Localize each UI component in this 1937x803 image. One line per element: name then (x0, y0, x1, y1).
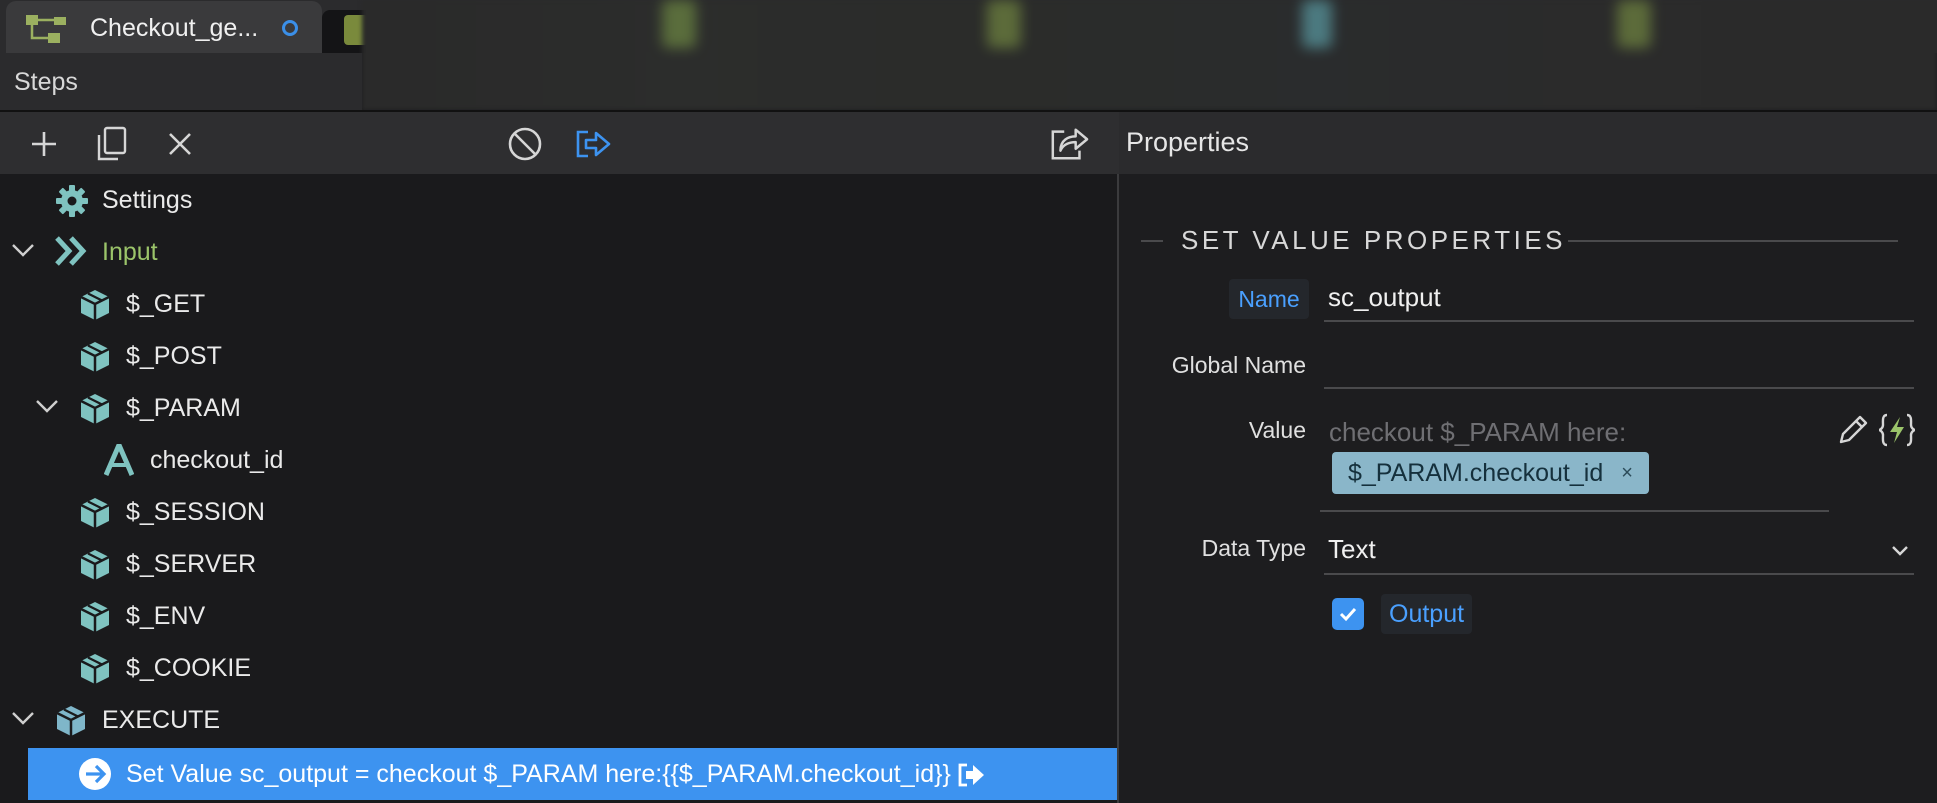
text-type-icon (103, 443, 135, 482)
value-placeholder-text[interactable]: checkout $_PARAM here: (1329, 417, 1626, 448)
tree-item-session[interactable]: $_SESSION (0, 486, 1117, 538)
tree-item-label: $_PARAM (126, 394, 241, 422)
disable-step-button[interactable] (505, 124, 545, 164)
double-chevron-right-icon (54, 235, 90, 272)
tree-item-server[interactable]: $_SERVER (0, 538, 1117, 590)
name-field[interactable]: sc_output (1328, 282, 1441, 313)
tree-item-label: checkout_id (150, 446, 284, 474)
tree-item-post[interactable]: $_POST (0, 330, 1117, 382)
value-token-chip[interactable]: $_PARAM.checkout_id × (1332, 452, 1649, 494)
data-type-underline (1324, 573, 1914, 575)
output-checkbox[interactable] (1332, 598, 1364, 630)
name-label: Name (1229, 279, 1309, 319)
section-divider (1568, 240, 1898, 242)
tree-item-settings[interactable]: Settings (0, 174, 1117, 226)
flow-tree-icon (24, 13, 70, 50)
cube-icon (78, 652, 112, 691)
steps-toolbar (0, 112, 1119, 174)
checkmark-icon (1339, 607, 1357, 622)
disable-icon (508, 127, 542, 161)
chevron-down-icon[interactable] (34, 396, 60, 421)
value-field-underline (1320, 510, 1829, 512)
cube-icon (54, 704, 88, 743)
value-label: Value (1248, 417, 1306, 443)
tree-item-label: Settings (102, 186, 193, 214)
steps-title: Steps (14, 68, 78, 96)
tree-item-param[interactable]: $_PARAM (0, 382, 1117, 434)
blurred-tab-strip (362, 0, 1937, 110)
properties-title: Properties (1126, 127, 1250, 157)
global-name-field-underline (1324, 387, 1914, 389)
delete-step-button[interactable] (160, 124, 200, 164)
cube-icon (78, 496, 112, 535)
data-type-label: Data Type (1201, 535, 1306, 561)
tree-item-label: $_POST (126, 342, 222, 370)
gear-icon (55, 184, 89, 223)
global-name-label: Global Name (1171, 352, 1306, 378)
token-label: $_PARAM.checkout_id (1348, 458, 1604, 487)
pencil-icon[interactable] (1836, 413, 1870, 452)
tree-item-label: $_SERVER (126, 550, 257, 578)
cube-icon (78, 600, 112, 639)
output-step-icon (576, 130, 611, 158)
tree-item-label: $_SESSION (126, 498, 265, 526)
add-step-button[interactable] (24, 124, 64, 164)
delete-icon (169, 133, 191, 155)
arrow-right-circle-icon (78, 757, 112, 796)
add-icon (32, 132, 56, 156)
properties-panel: SET VALUE PROPERTIES Name sc_output Glob… (1119, 174, 1937, 803)
output-step-button[interactable] (573, 124, 613, 164)
cube-icon (78, 288, 112, 327)
cube-icon (78, 340, 112, 379)
tree-item-env[interactable]: $_ENV (0, 590, 1117, 642)
share-step-button[interactable] (1049, 124, 1089, 164)
copy-step-button[interactable] (92, 124, 132, 164)
properties-panel-header: Properties (1119, 112, 1937, 174)
name-field-underline (1324, 320, 1914, 322)
tree-item-label: $_ENV (126, 602, 206, 630)
tree-item-get[interactable]: $_GET (0, 278, 1117, 330)
chevron-down-icon[interactable] (10, 240, 36, 265)
data-type-select[interactable]: Text (1328, 534, 1376, 565)
share-icon (1051, 128, 1089, 160)
tree-item-label: $_GET (126, 290, 206, 318)
tab-title: Checkout_ge... (90, 14, 259, 42)
chevron-down-icon[interactable] (1891, 544, 1909, 563)
output-label[interactable]: Output (1381, 594, 1473, 634)
tree-item-label: $_COOKIE (126, 654, 252, 682)
unsaved-indicator-icon (282, 20, 298, 36)
section-divider (1141, 240, 1163, 242)
cube-icon (78, 392, 112, 431)
copy-icon (97, 126, 127, 161)
tree-item-label: Set Value sc_output = checkout $_PARAM h… (126, 760, 951, 788)
output-step-icon (958, 763, 986, 792)
tree-item-set-value[interactable]: Set Value sc_output = checkout $_PARAM h… (28, 748, 1117, 800)
tab-bar: Checkout_ge... (0, 0, 1937, 110)
chevron-down-icon[interactable] (10, 708, 36, 733)
tree-item-input[interactable]: Input (0, 226, 1117, 278)
tree-item-checkout-id[interactable]: checkout_id (0, 434, 1117, 486)
remove-token-icon[interactable]: × (1621, 462, 1633, 485)
tree-item-cookie[interactable]: $_COOKIE (0, 642, 1117, 694)
tab-checkout[interactable]: Checkout_ge... (6, 1, 322, 53)
cube-icon (78, 548, 112, 587)
steps-panel-header: Steps (0, 53, 362, 110)
section-title: SET VALUE PROPERTIES (1181, 225, 1566, 255)
tree-item-execute[interactable]: EXECUTE (0, 694, 1117, 746)
tree-item-label: EXECUTE (102, 706, 221, 734)
dynamic-data-icon[interactable] (1877, 413, 1917, 452)
steps-tree: Settings Input $_GET $_POST $_PARAM chec… (0, 174, 1117, 803)
tree-item-label: Input (102, 238, 158, 266)
